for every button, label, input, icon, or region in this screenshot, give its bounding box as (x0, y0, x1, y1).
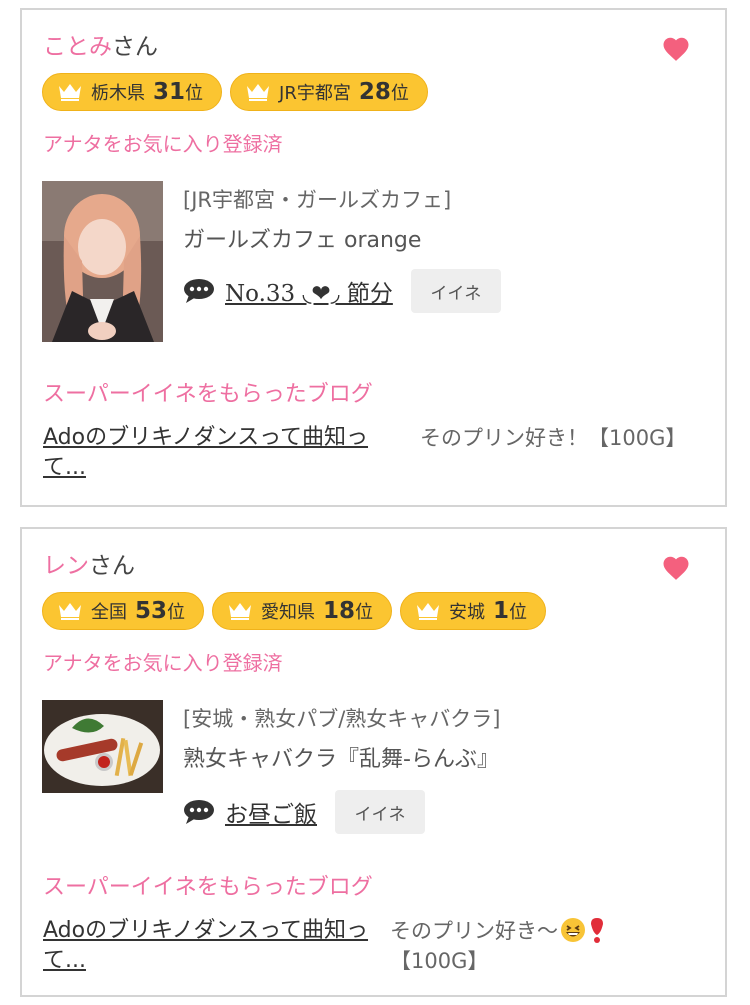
favorite-status: アナタをお気に入り登録済 (43, 132, 283, 156)
badge-area: 栃木県 (91, 83, 145, 104)
speech-bubble-icon (184, 800, 214, 824)
ranking-badge[interactable]: 愛知県 18 位 (212, 592, 393, 630)
latest-blog-row: No.33 ◟❤︎◞ 節分 イイネ (183, 269, 501, 313)
liked-comment: そのプリン好き！【100G】 (420, 426, 687, 450)
crown-icon (59, 84, 81, 101)
favorite-status: アナタをお気に入り登録済 (43, 651, 283, 675)
badge-area: 愛知県 (261, 602, 316, 623)
badge-unit: 位 (390, 83, 409, 104)
badge-unit: 位 (509, 602, 528, 623)
badge-rank: 1 (493, 598, 510, 624)
badge-rank: 53 (135, 598, 168, 624)
iine-button[interactable]: イイネ (410, 269, 501, 313)
badge-unit: 位 (167, 602, 186, 623)
badge-unit: 位 (355, 602, 374, 623)
cast-name[interactable]: レンさん (43, 551, 135, 581)
crown-icon (59, 603, 81, 620)
blog-photo[interactable] (42, 700, 163, 793)
ranking-badges: 全国 53 位 愛知県 18 位 安城 1 位 (42, 592, 547, 632)
crown-icon (229, 603, 252, 620)
badge-rank: 31 (153, 79, 186, 105)
badge-rank: 18 (323, 598, 356, 624)
shop-category[interactable]: [JR宇都宮・ガールズカフェ] (183, 184, 451, 214)
grin-emoji-icon (561, 918, 585, 942)
liked-comment: そのプリン好き〜 【100G】 (390, 916, 700, 976)
speech-bubble-icon (184, 279, 214, 303)
favorite-card: レンさん 全国 53 位 愛知県 18 位 安城 1 位 アナタをお気に入り登録… (20, 527, 727, 997)
liked-blog-link[interactable]: Adoのブリキノダンスって曲知って... (43, 916, 373, 976)
cast-photo[interactable] (42, 181, 163, 342)
badge-rank: 28 (358, 79, 391, 105)
ranking-badge[interactable]: JR宇都宮 28 位 (230, 73, 428, 111)
ranking-badges: 栃木県 31 位 JR宇都宮 28 位 (42, 73, 428, 113)
shop-name[interactable]: 熟女キャバクラ『乱舞-らんぶ』 (183, 741, 499, 773)
badge-area: 安城 (449, 602, 486, 623)
exclamation-emoji-icon (591, 918, 603, 943)
ranking-badge[interactable]: 栃木県 31 位 (42, 73, 223, 111)
iine-button[interactable]: イイネ (335, 790, 425, 834)
badge-area: 全国 (91, 602, 127, 623)
heart-icon[interactable] (661, 34, 691, 64)
heart-icon[interactable] (661, 553, 691, 583)
ranking-badge[interactable]: 全国 53 位 (42, 592, 205, 630)
super-iine-heading: スーパーイイネをもらったブログ (43, 875, 373, 900)
super-iine-heading: スーパーイイネをもらったブログ (43, 382, 373, 407)
badge-area: JR宇都宮 (279, 83, 351, 104)
liked-comment-price: 【100G】 (390, 949, 489, 973)
liked-blog-link[interactable]: Adoのブリキノダンスって曲知って... (43, 423, 403, 483)
favorite-card: ことみさん 栃木県 31 位 JR宇都宮 28 位 アナタをお気に入り登録済 [… (20, 8, 727, 507)
crown-icon (417, 603, 440, 620)
latest-blog-row: お昼ご飯 イイネ (183, 790, 425, 834)
shop-category[interactable]: [安城・熟女パブ/熟女キャバクラ] (183, 703, 500, 733)
badge-unit: 位 (185, 83, 204, 104)
shop-name[interactable]: ガールズカフェ orange (183, 222, 421, 254)
crown-icon (247, 84, 270, 101)
cast-name[interactable]: ことみさん (43, 32, 158, 62)
latest-blog-link[interactable]: お昼ご飯 (225, 795, 317, 829)
liked-comment-text: そのプリン好き〜 (390, 919, 558, 943)
ranking-badge[interactable]: 安城 1 位 (400, 592, 547, 630)
latest-blog-link[interactable]: No.33 ◟❤︎◞ 節分 (225, 274, 393, 308)
